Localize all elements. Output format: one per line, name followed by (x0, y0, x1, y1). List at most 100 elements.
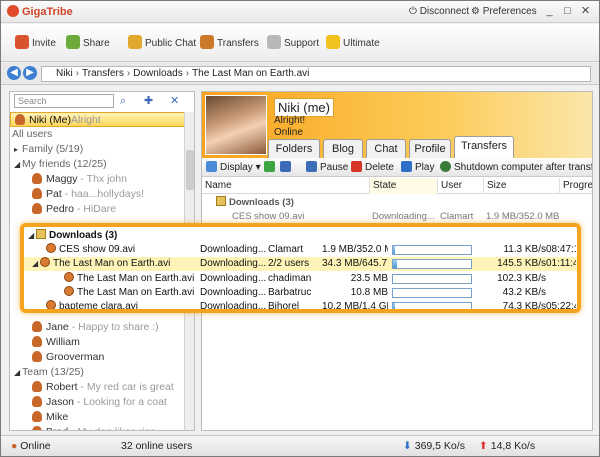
presence-label: Online (20, 440, 51, 452)
breadcrumb-item[interactable]: Niki (56, 68, 73, 79)
row-size: 10.8 MB (350, 286, 388, 298)
display-button[interactable]: Display ▾ (206, 161, 261, 174)
sidebar-user[interactable]: Jane - Happy to share :) (10, 320, 186, 335)
pause-button[interactable]: Pause (306, 161, 348, 174)
breadcrumb-item[interactable]: Downloads (133, 68, 182, 79)
sidebar-item-label: William (46, 336, 80, 348)
row-name: The Last Man on Earth.avi (77, 272, 195, 284)
app-logo: GigaTribe (7, 5, 73, 18)
star-icon (326, 35, 340, 49)
column-name[interactable]: Name (202, 178, 370, 194)
expand-arrow-icon[interactable]: ◢ (28, 229, 36, 243)
sidebar-group[interactable]: All users (10, 127, 186, 142)
sidebar-item-status: - My dog likes rice (68, 426, 156, 430)
shutdown-label: Shutdown computer after transfer is (454, 162, 593, 173)
shutdown-option[interactable]: Shutdown computer after transfer is (440, 161, 593, 174)
breadcrumb-item[interactable]: The Last Man on Earth.avi (192, 68, 309, 79)
add-user-icon[interactable]: ✚ (144, 94, 158, 108)
sidebar-user[interactable]: Mike (10, 410, 186, 425)
sidebar-item-label: Pat (46, 188, 62, 200)
transfer-row[interactable]: CES show 09.avi Downloading... Clamart 1.9 … (24, 243, 577, 257)
table-row[interactable]: CES show 09.avi Downloading... Clamart 1… (202, 210, 592, 224)
row-speed (494, 229, 546, 243)
sidebar-group[interactable]: ▸ Family (5/19) (10, 142, 186, 157)
scroll-thumb[interactable] (186, 150, 194, 190)
avatar-icon (32, 321, 42, 332)
progress-bar (392, 245, 472, 256)
check-mark-icon (264, 161, 275, 172)
support-button[interactable]: Support (267, 34, 319, 54)
sidebar-user[interactable]: Pat - haa...hollydays! (10, 187, 186, 202)
sidebar-user[interactable]: Niki (Me)Alright (10, 112, 186, 127)
check-icon[interactable] (264, 161, 278, 174)
tab-blog[interactable]: Blog (323, 139, 363, 158)
row-name: CES show 09.avi (232, 211, 305, 222)
expand-arrow-icon[interactable]: ◢ (14, 365, 22, 380)
breadcrumb-item[interactable]: Transfers (82, 68, 124, 79)
sidebar-user[interactable]: Brad - My dog likes rice (10, 425, 186, 430)
progress-fill (393, 303, 396, 309)
sidebar-item-label: Family (5/19) (22, 143, 84, 155)
column-size[interactable]: Size (484, 178, 560, 194)
tab-folders[interactable]: Folders (268, 139, 320, 158)
tab-chat[interactable]: Chat (366, 139, 406, 158)
sidebar-user[interactable]: Jason - Looking for a coat (10, 395, 186, 410)
row-name: The Last Man on Earth.avi (77, 286, 195, 298)
disconnect-link[interactable]: ⏻ Disconnect (409, 6, 469, 17)
share-icon (66, 35, 80, 49)
row-state: Downloading... (200, 301, 266, 312)
sidebar-user[interactable]: Grooverman (10, 350, 186, 365)
sidebar-item-label: Brad (46, 426, 68, 430)
forward-button[interactable]: ▶ (23, 66, 37, 80)
search-input[interactable]: Search (14, 94, 114, 108)
transfers-header: Name State User Size Progre (202, 178, 592, 194)
progress-bar (392, 287, 472, 298)
sidebar-user[interactable]: William (10, 335, 186, 350)
share-button[interactable]: Share (66, 34, 110, 54)
column-user[interactable]: User (438, 178, 484, 194)
row-speed: 74.3 KB/s (502, 301, 546, 312)
invite-button[interactable]: Invite (15, 34, 56, 54)
ultimate-button[interactable]: Ultimate (326, 34, 380, 54)
table-row[interactable]: Downloads (3) (202, 196, 592, 210)
sidebar-user[interactable]: Pedro - HiDare (10, 202, 186, 217)
minimize-button[interactable]: _ (543, 5, 556, 18)
row-time (546, 229, 576, 243)
column-progress[interactable]: Progre (560, 178, 592, 194)
search-icon[interactable]: ⌕ (120, 94, 134, 108)
expand-arrow-icon[interactable]: ▸ (14, 142, 22, 157)
sidebar-item-status: - My red car is great (77, 381, 174, 393)
sidebar-group[interactable]: ◢ Team (13/25) (10, 365, 186, 380)
close-button[interactable]: ✕ (579, 5, 592, 18)
transfer-row[interactable]: The Last Man on Earth.avi Downloading... B… (24, 285, 577, 300)
delete-button[interactable]: Delete (351, 161, 394, 174)
column-state[interactable]: State (370, 178, 438, 194)
maximize-button[interactable]: □ (561, 5, 574, 18)
public-chat-button[interactable]: Public Chat (128, 34, 196, 54)
presence-indicator[interactable]: ● Online (11, 436, 51, 456)
shutdown-icon (440, 161, 451, 172)
preferences-link[interactable]: ⚙ Preferences (471, 6, 537, 17)
expand-arrow-icon[interactable]: ◢ (32, 257, 40, 271)
sidebar-user[interactable]: Robert - My red car is great (10, 380, 186, 395)
tools-icon[interactable]: ✕ (170, 94, 184, 108)
play-button[interactable]: Play (401, 161, 434, 174)
transfer-row[interactable]: ◢ The Last Man on Earth.avi Downloading...… (24, 257, 577, 272)
transfer-row[interactable]: The Last Man on Earth.avi Downloading... c… (24, 271, 577, 286)
avatar-icon (32, 411, 42, 422)
tab-transfers[interactable]: Transfers (454, 136, 514, 158)
transfer-row[interactable]: bapteme clara.avi Downloading... Bihorel 10… (24, 300, 577, 312)
sidebar-user[interactable]: Maggy - Thx john (10, 172, 186, 187)
tab-profile[interactable]: Profile (409, 139, 451, 158)
transfers-button[interactable]: Transfers (200, 34, 259, 54)
pause-label: Pause (320, 162, 349, 173)
expand-arrow-icon[interactable]: ◢ (14, 157, 22, 172)
sidebar-group[interactable]: ◢ My friends (12/25) (10, 157, 186, 172)
upload-arrow-icon: ⬆ (479, 440, 488, 452)
download-speed: ⬇ 369,5 Ko/s (403, 436, 465, 456)
back-button[interactable]: ◀ (7, 66, 21, 80)
folder-row[interactable]: ◢ Downloads (3) (24, 229, 577, 243)
row-state: Downloading... (200, 272, 266, 284)
progress-bar (392, 302, 472, 309)
refresh-icon[interactable] (280, 161, 294, 174)
